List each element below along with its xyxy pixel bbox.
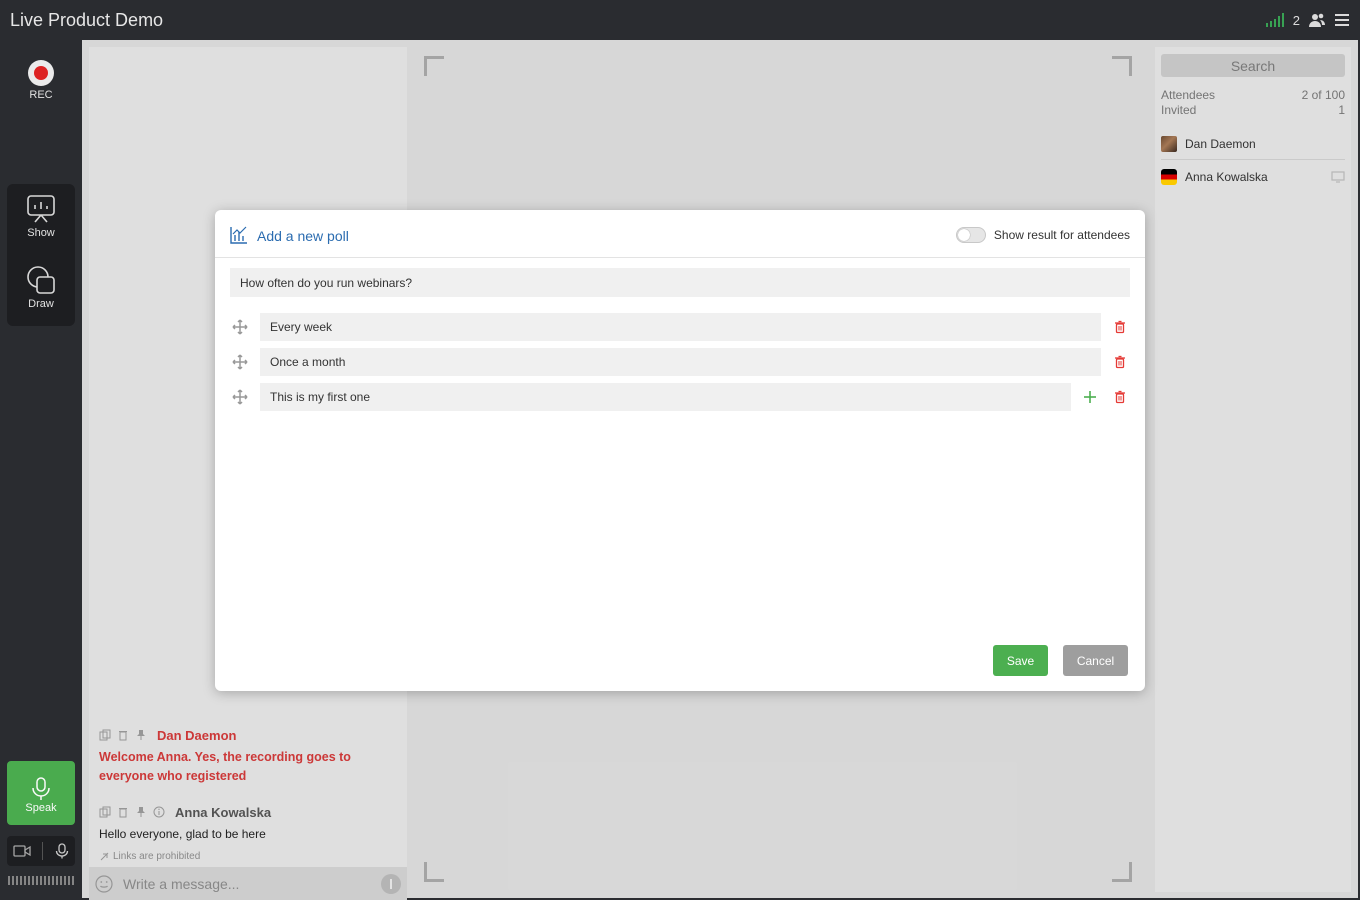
delete-icon[interactable] [117,729,129,741]
record-label: REC [29,89,53,101]
show-button[interactable]: Show [7,184,75,255]
poll-option-row [230,313,1130,341]
chat-message: Anna Kowalska Hello everyone, glad to be… [99,803,399,844]
attendee-row[interactable]: Dan Daemon [1161,128,1345,160]
top-bar: Live Product Demo 2 [0,0,1360,40]
audio-level-meter [8,876,74,885]
poll-option-input[interactable] [260,383,1071,411]
camera-icon[interactable] [13,844,31,858]
copy-icon[interactable] [99,729,111,741]
top-right-controls: 2 [1265,12,1350,28]
invited-label: Invited [1161,103,1197,117]
copy-icon[interactable] [99,806,111,818]
delete-option-icon[interactable] [1113,390,1127,404]
emoji-icon[interactable] [95,874,113,893]
record-icon [28,60,54,86]
avatar [1161,135,1177,152]
message-header: Anna Kowalska [99,803,399,821]
links-note-text: Links are prohibited [113,851,201,862]
dialog-title: Add a new poll [257,228,349,244]
tool-group: Show Draw [7,184,75,326]
show-results-toggle[interactable] [955,227,986,243]
info-icon[interactable] [153,806,165,818]
media-controls [7,836,75,866]
pin-icon[interactable] [135,729,147,741]
draw-button[interactable]: Draw [7,255,75,326]
show-results-toggle-row: Show result for attendees [955,227,1130,243]
dialog-header: Add a new poll Show result for attendees [215,210,1145,258]
poll-chart-icon [230,226,247,244]
attendees-value: 2 of 100 [1301,88,1345,102]
chat-message: Dan Daemon Welcome Anna. Yes, the record… [99,726,399,786]
poll-option-input[interactable] [260,313,1101,341]
signal-strength-icon [1265,13,1284,27]
mic-icon[interactable] [55,843,69,859]
message-text: Welcome Anna. Yes, the recording goes to… [99,750,351,783]
poll-question-input[interactable] [230,268,1130,297]
save-button[interactable]: Save [993,645,1048,676]
drag-handle-icon[interactable] [232,354,248,370]
participants-icon[interactable] [1309,12,1325,28]
links-prohibited-note: Links are prohibited [100,851,200,862]
message-header: Dan Daemon [99,726,399,744]
stage-corner-marker [1112,862,1132,882]
add-poll-dialog: Add a new poll Show result for attendees… [215,210,1145,691]
attendee-row[interactable]: Anna Kowalska [1161,161,1345,193]
message-author: Anna Kowalska [175,804,272,820]
screen-icon[interactable] [1331,170,1345,184]
stage-corner-marker [424,56,444,76]
cancel-button[interactable]: Cancel [1063,645,1128,676]
chat-message-input[interactable] [123,875,373,892]
delete-icon[interactable] [117,806,129,818]
stage-corner-marker [424,862,444,882]
attendee-name: Anna Kowalska [1185,170,1268,184]
attendees-label: Attendees [1161,88,1216,102]
delete-option-icon[interactable] [1113,320,1127,334]
drag-handle-icon[interactable] [232,319,248,335]
drag-handle-icon[interactable] [232,389,248,405]
poll-option-input[interactable] [260,348,1101,376]
record-button[interactable]: REC [14,60,68,101]
attendee-search-input[interactable] [1161,54,1345,77]
message-author: Dan Daemon [157,727,237,743]
show-label: Show [27,227,55,239]
menu-icon[interactable] [1334,12,1350,28]
stage-corner-marker [1112,56,1132,76]
poll-option-row [230,383,1130,411]
pin-icon[interactable] [135,806,147,818]
invited-value: 1 [1338,103,1345,117]
german-flag-icon [1161,169,1177,185]
message-text: Hello everyone, glad to be here [99,827,266,841]
speak-button[interactable]: Speak [7,761,75,825]
attendees-stat: Attendees 2 of 100 [1161,88,1345,102]
send-button[interactable] [381,874,401,894]
microphone-icon [32,777,50,800]
draw-label: Draw [28,298,54,310]
shapes-icon [27,266,55,294]
app-title: Live Product Demo [10,10,164,30]
participant-count: 2 [1292,12,1300,28]
attendees-panel: Attendees 2 of 100 Invited 1 Dan Daemon … [1155,47,1351,892]
invited-stat: Invited 1 [1161,103,1345,117]
left-rail: REC Show Draw Speak [0,40,82,900]
link-icon [100,852,109,861]
poll-option-row [230,348,1130,376]
media-divider [42,842,44,860]
presentation-icon [27,195,55,223]
add-option-icon[interactable] [1083,390,1097,404]
speak-label: Speak [25,802,57,814]
chat-input-bar [89,867,407,900]
delete-option-icon[interactable] [1113,355,1127,369]
show-results-label: Show result for attendees [993,228,1130,242]
attendee-name: Dan Daemon [1185,136,1256,151]
